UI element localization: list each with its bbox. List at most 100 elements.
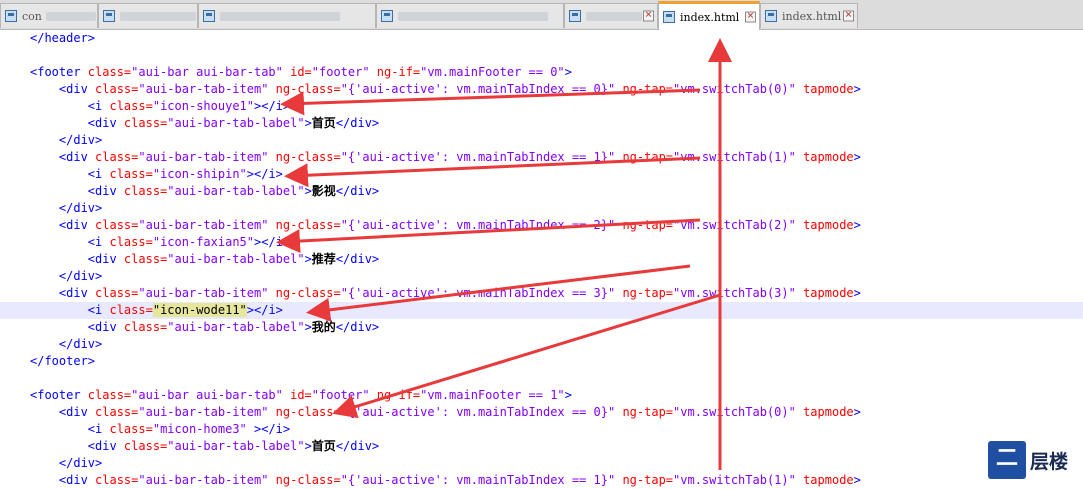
code-line[interactable]: <div class="aui-bar-tab-label">首页</div> (0, 115, 1083, 132)
code-token: > (564, 65, 572, 79)
code-line[interactable]: </div> (0, 132, 1083, 149)
code-token: class= (109, 99, 153, 113)
blurred-filename (220, 11, 340, 21)
code-token: "vm.switchTab(3)" (673, 286, 796, 300)
code-token: </div> (58, 269, 103, 283)
code-line[interactable]: <div class="aui-bar-tab-item" ng-class="… (0, 285, 1083, 302)
code-line[interactable]: <i class="icon-faxian5"></i> (0, 234, 1083, 251)
blurred-filename (586, 11, 642, 21)
file-tab-label: index.html (782, 9, 842, 23)
code-line[interactable]: <i class="icon-shipin"></i> (0, 166, 1083, 183)
code-line-text: <footer class="aui-bar aui-bar-tab" id="… (30, 64, 572, 81)
file-tab-index-active[interactable]: index.html ✕ (658, 1, 760, 30)
close-tab-icon[interactable]: ✕ (745, 11, 756, 23)
code-token: id= (282, 388, 312, 402)
code-line-text: </header> (30, 30, 95, 47)
code-line[interactable]: </div> (0, 336, 1083, 353)
code-line[interactable]: <div class="aui-bar-tab-item" ng-class="… (0, 404, 1083, 421)
code-line[interactable]: </div> (0, 200, 1083, 217)
code-token: <i (87, 235, 110, 249)
code-token: class= (123, 116, 168, 130)
code-token: </div> (58, 456, 103, 470)
file-icon (663, 11, 675, 23)
code-token: <i (87, 303, 110, 317)
code-line[interactable]: <footer class="aui-bar aui-bar-tab" id="… (0, 64, 1083, 81)
code-line-text: <div class="aui-bar-tab-item" ng-class="… (30, 404, 861, 421)
code-token: > (304, 116, 312, 130)
code-token: </footer> (30, 354, 96, 368)
code-line[interactable]: <i class="icon-wode11"></i> (0, 302, 1083, 319)
code-line[interactable]: </div> (0, 268, 1083, 285)
code-line[interactable]: <div class="aui-bar-tab-label">我的</div> (0, 319, 1083, 336)
code-token: ></i> (254, 235, 291, 249)
code-token: ng-tap= (615, 150, 674, 164)
code-token: > (304, 439, 312, 453)
code-token: </div> (335, 439, 380, 453)
code-token: </div> (335, 320, 380, 334)
code-line[interactable]: <div class="aui-bar-tab-item" ng-class="… (0, 472, 1083, 489)
code-token: "icon-faxian5" (152, 235, 254, 249)
code-line-text: <i class="icon-shouye1"></i> (30, 98, 290, 115)
code-line[interactable]: <div class="aui-bar-tab-label">推荐</div> (0, 251, 1083, 268)
code-token: class= (95, 473, 139, 487)
code-line-text: </footer> (30, 353, 95, 370)
code-token: "aui-bar-tab-item" (138, 150, 269, 164)
file-tab[interactable] (198, 3, 376, 28)
code-token: ></i> (246, 422, 291, 436)
code-token: </div> (335, 184, 380, 198)
code-line-text: </div> (30, 200, 102, 217)
blurred-filename (398, 11, 548, 21)
file-tab[interactable]: ✕ (564, 3, 658, 28)
file-icon (765, 10, 777, 22)
code-line[interactable] (0, 47, 1083, 64)
code-line[interactable]: <div class="aui-bar-tab-item" ng-class="… (0, 81, 1083, 98)
code-token: class= (95, 405, 139, 419)
code-line[interactable]: <footer class="aui-bar aui-bar-tab" id="… (0, 387, 1083, 404)
file-tab[interactable] (98, 3, 198, 28)
code-line-text: <div class="aui-bar-tab-item" ng-class="… (30, 472, 861, 489)
close-tab-icon[interactable]: ✕ (643, 10, 654, 22)
code-line-text: <div class="aui-bar-tab-item" ng-class="… (30, 81, 861, 98)
code-line[interactable]: </header> (0, 30, 1083, 47)
code-token: <div (87, 116, 124, 130)
file-icon (203, 10, 215, 22)
code-line[interactable]: <div class="aui-bar-tab-label">影视</div> (0, 183, 1083, 200)
code-token: class= (123, 252, 168, 266)
code-token: "micon-home3" (152, 422, 247, 436)
code-line-text: </div> (30, 336, 102, 353)
code-token: "{'aui-active': vm.mainTabIndex == 1}" (340, 473, 616, 487)
code-editor[interactable]: </header> <footer class="aui-bar aui-bar-… (0, 30, 1083, 489)
code-line[interactable]: <div class="aui-bar-tab-item" ng-class="… (0, 217, 1083, 234)
code-line[interactable]: <div class="aui-bar-tab-item" ng-class="… (0, 149, 1083, 166)
code-line[interactable]: <i class="micon-home3" ></i> (0, 421, 1083, 438)
code-token: ng-tap= (615, 286, 674, 300)
code-line-text: <i class="icon-wode11"></i> (30, 302, 283, 319)
code-token: </div> (335, 116, 380, 130)
code-token: class= (95, 218, 139, 232)
file-tab[interactable]: con (0, 3, 98, 28)
code-token: > (853, 150, 861, 164)
code-token: ng-tap= (615, 473, 674, 487)
code-line-text: <i class="micon-home3" ></i> (30, 421, 290, 438)
code-line[interactable]: </div> (0, 455, 1083, 472)
code-token: ng-if= (369, 388, 421, 402)
code-token: "aui-bar-tab-label" (167, 252, 305, 266)
code-token: "footer" (311, 65, 370, 79)
code-line[interactable]: <i class="icon-shouye1"></i> (0, 98, 1083, 115)
code-token: tapmode (795, 82, 854, 96)
code-line-text: <div class="aui-bar-tab-item" ng-class="… (30, 149, 861, 166)
code-line-text: </div> (30, 268, 102, 285)
code-token: <i (87, 422, 110, 436)
code-token: "aui-bar-tab-label" (167, 116, 305, 130)
file-tab-index[interactable]: index.html ✕ (760, 3, 858, 28)
code-line[interactable] (0, 370, 1083, 387)
code-token: "vm.mainFooter == 1" (420, 388, 565, 402)
code-token: tapmode (795, 150, 854, 164)
code-line[interactable]: </footer> (0, 353, 1083, 370)
code-line[interactable]: <div class="aui-bar-tab-label">首页</div> (0, 438, 1083, 455)
file-tab[interactable] (376, 3, 564, 28)
code-token: ng-class= (268, 473, 341, 487)
code-token: </header> (30, 31, 96, 45)
close-tab-icon[interactable]: ✕ (843, 10, 854, 22)
code-token: > (304, 320, 312, 334)
